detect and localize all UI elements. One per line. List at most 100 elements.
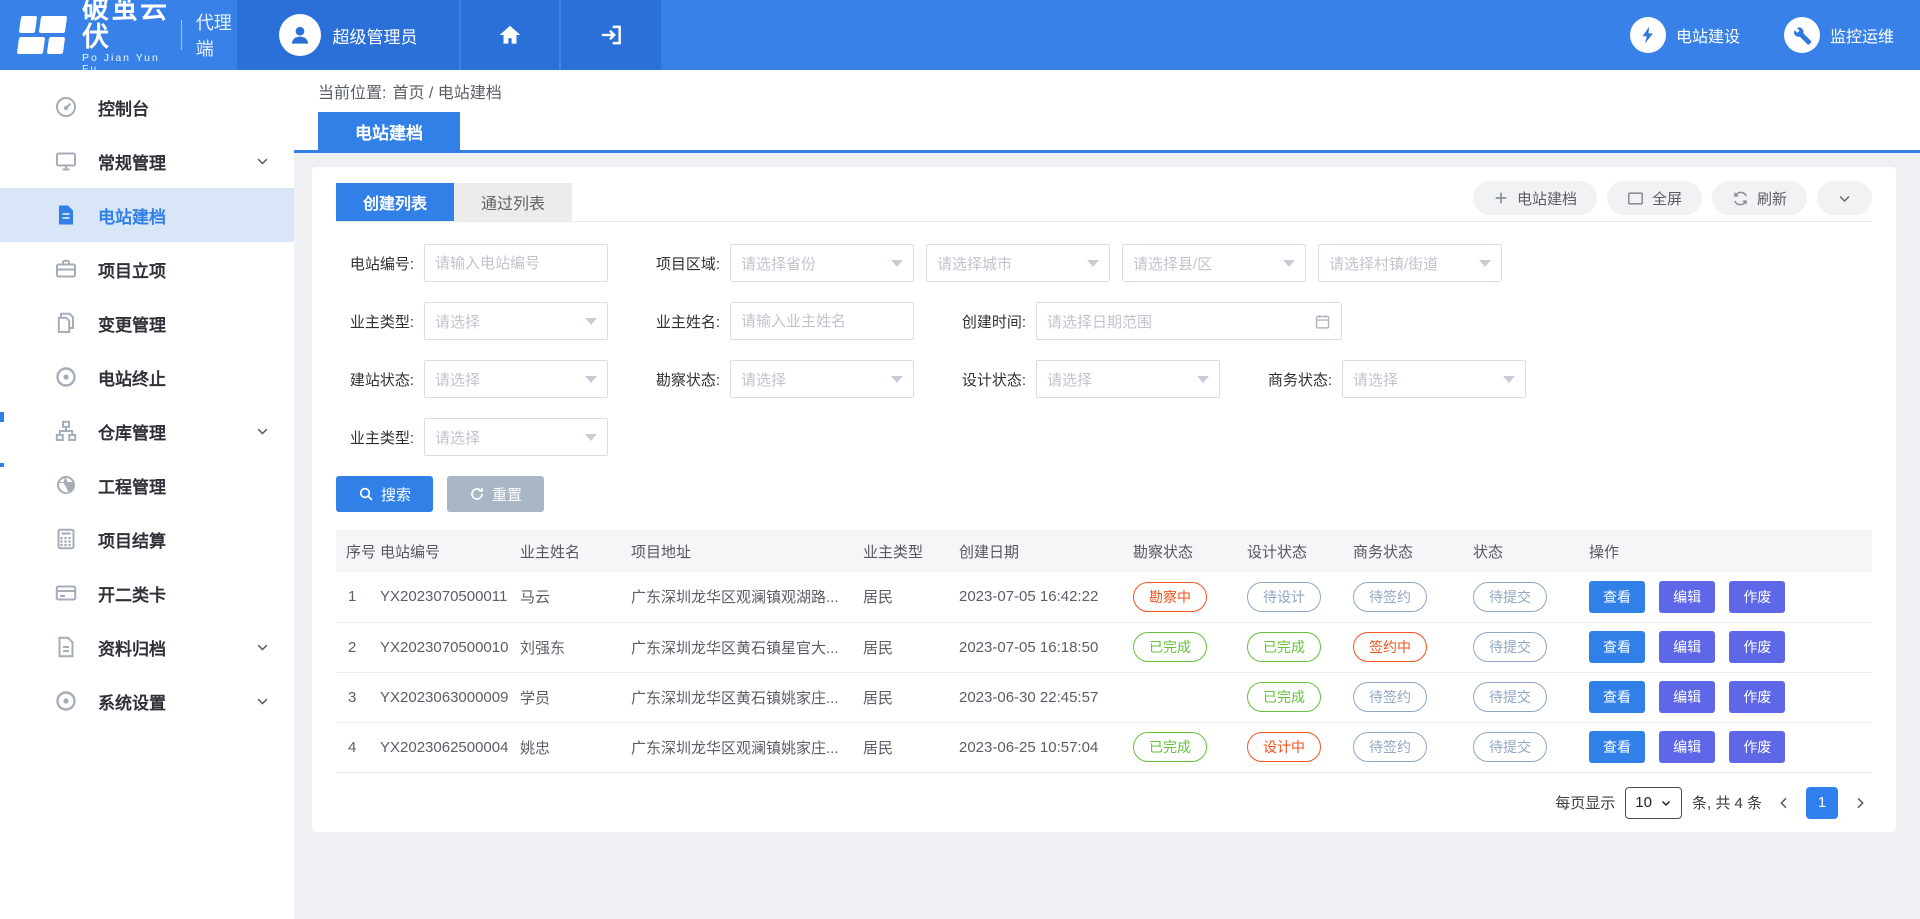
void-button[interactable]: 作废 bbox=[1729, 631, 1785, 663]
sidebar-item-project-initiation[interactable]: 项目立项 bbox=[0, 242, 294, 296]
survey-status-label: 勘察状态: bbox=[642, 369, 720, 390]
search-button[interactable]: 搜索 bbox=[336, 476, 433, 512]
user-icon bbox=[287, 22, 313, 48]
next-page-button[interactable] bbox=[1848, 795, 1872, 811]
design-status-select[interactable]: 请选择 bbox=[1036, 360, 1220, 398]
create-time-label: 创建时间: bbox=[948, 311, 1026, 332]
town-select[interactable]: 请选择村镇/街道 bbox=[1318, 244, 1502, 282]
filter-row-1: 电站编号: 项目区域: 请选择省份 请选择城市 bbox=[336, 244, 1872, 282]
page-tab-station-archive[interactable]: 电站建档 bbox=[318, 112, 460, 150]
caret-down-icon bbox=[1087, 260, 1099, 267]
sidebar-item-change-mgmt[interactable]: 变更管理 bbox=[0, 296, 294, 350]
station-code-input[interactable] bbox=[435, 255, 597, 272]
survey-status-select[interactable]: 请选择 bbox=[730, 360, 914, 398]
build-status-label: 建站状态: bbox=[336, 369, 414, 390]
edit-button[interactable]: 编辑 bbox=[1659, 731, 1715, 763]
logout-icon bbox=[598, 22, 624, 48]
design-status-label: 设计状态: bbox=[948, 369, 1026, 390]
refresh-button[interactable]: 刷新 bbox=[1712, 181, 1807, 215]
content-card: 创建列表 通过列表 电站建档 全屏 bbox=[312, 167, 1896, 832]
sidebar: 控制台 常规管理 电站建档 项目立项 bbox=[0, 70, 294, 919]
sidebar-item-project-settlement[interactable]: 项目结算 bbox=[0, 512, 294, 566]
prev-page-button[interactable] bbox=[1772, 795, 1796, 811]
per-page-label: 每页显示 bbox=[1555, 792, 1615, 813]
tab-create-list[interactable]: 创建列表 bbox=[336, 183, 454, 221]
plus-icon bbox=[1493, 190, 1509, 206]
table-row: 4 YX2023062500004 姚忠 广东深圳龙华区观澜镇姚家庄... 居民… bbox=[336, 722, 1872, 772]
county-select[interactable]: 请选择县/区 bbox=[1122, 244, 1306, 282]
status-badge: 已完成 bbox=[1133, 732, 1207, 762]
gauge-icon bbox=[54, 473, 78, 497]
chevron-right-icon bbox=[1852, 795, 1868, 811]
sidebar-item-station-termination[interactable]: 电站终止 bbox=[0, 350, 294, 404]
owner-type2-label: 业主类型: bbox=[336, 427, 414, 448]
status-badge: 待提交 bbox=[1473, 732, 1547, 762]
target-circle-icon bbox=[54, 365, 78, 389]
breadcrumb: 当前位置: 首页 / 电站建档 bbox=[294, 70, 1920, 112]
wrench-icon bbox=[1792, 25, 1812, 45]
sitemap-icon bbox=[54, 419, 78, 443]
void-button[interactable]: 作废 bbox=[1729, 731, 1785, 763]
document-icon bbox=[54, 203, 78, 227]
create-station-button[interactable]: 电站建档 bbox=[1473, 181, 1597, 215]
tab-passed-list[interactable]: 通过列表 bbox=[454, 183, 572, 221]
sidebar-item-engineering-mgmt[interactable]: 工程管理 bbox=[0, 458, 294, 512]
sidebar-scroll-marker bbox=[0, 412, 4, 422]
page-tabstrip: 电站建档 bbox=[294, 112, 1920, 153]
owner-type-select[interactable]: 请选择 bbox=[424, 302, 608, 340]
table-row: 1 YX2023070500011 马云 广东深圳龙华区观澜镇观湖路... 居民… bbox=[336, 572, 1872, 622]
per-page-select[interactable]: 10 bbox=[1625, 787, 1682, 819]
station-code-label: 电站编号: bbox=[336, 253, 414, 274]
logo-title: 破茧云伏 bbox=[82, 0, 171, 51]
city-select[interactable]: 请选择城市 bbox=[926, 244, 1110, 282]
fullscreen-button[interactable]: 全屏 bbox=[1607, 181, 1702, 215]
toolbar: 电站建档 全屏 刷新 bbox=[1473, 181, 1872, 221]
owner-name-input[interactable] bbox=[741, 313, 903, 330]
status-badge: 已完成 bbox=[1247, 632, 1321, 662]
sidebar-item-station-archive[interactable]: 电站建档 bbox=[0, 188, 294, 242]
edit-button[interactable]: 编辑 bbox=[1659, 581, 1715, 613]
nav-station-build-label: 电站建设 bbox=[1676, 23, 1740, 47]
build-status-select[interactable]: 请选择 bbox=[424, 360, 608, 398]
sidebar-item-console[interactable]: 控制台 bbox=[0, 80, 294, 134]
view-button[interactable]: 查看 bbox=[1589, 631, 1645, 663]
user-menu[interactable]: 超级管理员 bbox=[237, 0, 459, 70]
view-button[interactable]: 查看 bbox=[1589, 731, 1645, 763]
void-button[interactable]: 作废 bbox=[1729, 581, 1785, 613]
nav-station-build[interactable]: 电站建设 bbox=[1630, 17, 1740, 53]
logout-button[interactable] bbox=[559, 0, 661, 70]
status-badge: 已完成 bbox=[1133, 632, 1207, 662]
sidebar-item-system-settings[interactable]: 系统设置 bbox=[0, 674, 294, 728]
nav-monitor-ops[interactable]: 监控运维 bbox=[1784, 17, 1894, 53]
sidebar-item-open-type2-card[interactable]: 开二类卡 bbox=[0, 566, 294, 620]
reset-button[interactable]: 重置 bbox=[447, 476, 544, 512]
sidebar-item-warehouse-mgmt[interactable]: 仓库管理 bbox=[0, 404, 294, 458]
filter-form: 电站编号: 项目区域: 请选择省份 请选择城市 bbox=[336, 244, 1872, 512]
breadcrumb-path: 首页 / 电站建档 bbox=[392, 79, 501, 103]
home-button[interactable] bbox=[459, 0, 559, 70]
edit-button[interactable]: 编辑 bbox=[1659, 681, 1715, 713]
view-button[interactable]: 查看 bbox=[1589, 581, 1645, 613]
table-row: 3 YX2023063000009 学员 广东深圳龙华区黄石镇姚家庄... 居民… bbox=[336, 672, 1872, 722]
collapse-toolbar-button[interactable] bbox=[1817, 181, 1872, 215]
void-button[interactable]: 作废 bbox=[1729, 681, 1785, 713]
main-area: 当前位置: 首页 / 电站建档 电站建档 创建列表 通过列表 电站建档 bbox=[294, 70, 1920, 919]
sidebar-item-data-archive[interactable]: 资料归档 bbox=[0, 620, 294, 674]
status-badge: 待提交 bbox=[1473, 582, 1547, 612]
status-badge: 待签约 bbox=[1353, 732, 1427, 762]
monitor-icon bbox=[54, 149, 78, 173]
nav-monitor-ops-label: 监控运维 bbox=[1830, 23, 1894, 47]
business-status-select[interactable]: 请选择 bbox=[1342, 360, 1526, 398]
dashboard-icon bbox=[54, 95, 78, 119]
date-range-picker[interactable]: 请选择日期范围 bbox=[1036, 302, 1342, 340]
page-number-1[interactable]: 1 bbox=[1806, 787, 1838, 819]
view-button[interactable]: 查看 bbox=[1589, 681, 1645, 713]
edit-button[interactable]: 编辑 bbox=[1659, 631, 1715, 663]
owner-name-label: 业主姓名: bbox=[642, 311, 720, 332]
home-icon bbox=[497, 22, 523, 48]
lightning-icon bbox=[1638, 25, 1658, 45]
province-select[interactable]: 请选择省份 bbox=[730, 244, 914, 282]
sidebar-item-general-mgmt[interactable]: 常规管理 bbox=[0, 134, 294, 188]
caret-down-icon bbox=[585, 318, 597, 325]
owner-type2-select[interactable]: 请选择 bbox=[424, 418, 608, 456]
